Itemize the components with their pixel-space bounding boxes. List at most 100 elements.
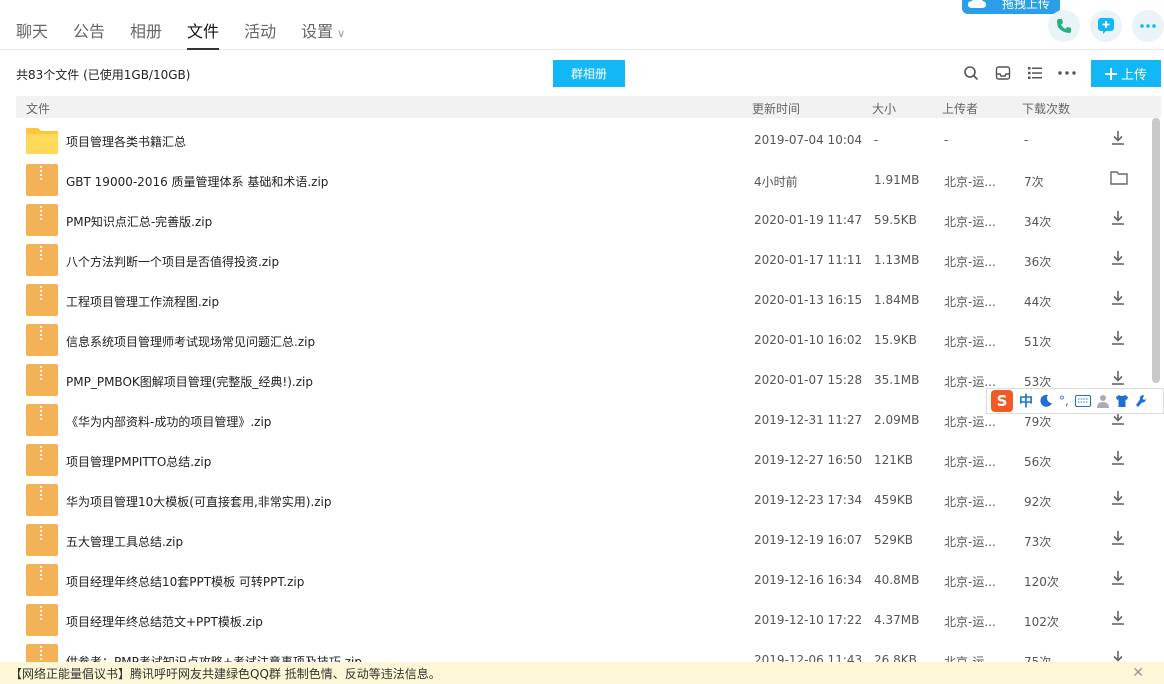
col-uploader[interactable]: 上传者 [942,100,978,117]
table-row[interactable]: 华为项目管理10大模板(可直接套用,非常实用).zip 2019-12-23 17… [16,480,1148,520]
download-icon[interactable] [1110,610,1130,630]
uploader: 北京-运... [944,175,996,189]
table-row[interactable]: 八个方法判断一个项目是否值得投资.zip 2020-01-17 11:11 1.13… [16,240,1148,280]
update-time: 2019-12-31 11:27 [754,413,863,427]
file-name[interactable]: 项目经理年终总结范文+PPT模板.zip [66,613,263,630]
tab-4[interactable]: 活动 [244,18,276,50]
notice-bar: 【网络正能量倡议书】腾讯呼吁网友共建绿色QQ群 抵制色情、反动等违法信息。 ✕ [0,662,1164,684]
table-row[interactable]: 工程项目管理工作流程图.zip 2020-01-13 16:15 1.84MB 北京-… [16,280,1148,320]
tab-0[interactable]: 聊天 [16,18,48,50]
user-icon[interactable] [1096,394,1109,408]
search-icon[interactable] [962,64,980,82]
uploader: 北京-运... [944,295,996,309]
more-options-button[interactable] [1132,10,1164,42]
download-icon[interactable] [1110,250,1130,270]
file-name[interactable]: GBT 19000-2016 质量管理体系 基础和术语.zip [66,173,328,190]
file-name[interactable]: 八个方法判断一个项目是否值得投资.zip [66,253,279,270]
tab-5[interactable]: 设置 ∨ [301,18,345,50]
table-row[interactable]: 信息系统项目管理师考试现场常见问题汇总.zip 2020-01-10 16:02 1… [16,320,1148,360]
file-size: 15.9KB [874,333,917,347]
download-icon[interactable] [1110,530,1130,550]
download-icon[interactable] [1110,210,1130,230]
update-time: 2019-12-19 16:07 [754,533,863,547]
download-icon[interactable] [1110,450,1130,470]
cloud-icon [968,0,986,8]
col-time[interactable]: 更新时间 [752,100,800,117]
tab-label: 设置 [301,22,334,41]
zip-file-icon [26,364,58,396]
download-icon[interactable] [1110,570,1130,590]
file-name[interactable]: 信息系统项目管理师考试现场常见问题汇总.zip [66,333,315,350]
group-album-button[interactable]: 群相册 [553,60,625,87]
drag-upload-label: 拖拽上传 [1002,0,1051,11]
uploader: 北京-运... [944,535,996,549]
table-row[interactable]: 项目经理年终总结范文+PPT模板.zip 2019-12-10 17:22 4.37… [16,600,1148,640]
file-name[interactable]: 华为项目管理10大模板(可直接套用,非常实用).zip [66,493,332,510]
zip-file-icon [26,444,58,476]
top-actions [1048,10,1164,42]
file-name[interactable]: PMP知识点汇总-完善版.zip [66,213,212,230]
tab-label: 活动 [244,22,277,41]
file-list: 项目管理各类书籍汇总 2019-07-04 10:04- - - GBT 19000-2… [16,120,1148,665]
table-row[interactable]: PMP知识点汇总-完善版.zip 2020-01-19 11:47 59.5KB 北京… [16,200,1148,240]
drag-upload-pill[interactable]: 拖拽上传 [962,0,1060,14]
file-name[interactable]: 《华为内部资料-成功的项目管理》.zip [66,413,271,430]
table-row[interactable]: 项目经理年终总结10套PPT模板 可转PPT.zip 2019-12-16 16:… [16,560,1148,600]
ime-punct-label[interactable]: °, [1059,394,1069,408]
file-name[interactable]: 项目经理年终总结10套PPT模板 可转PPT.zip [66,573,304,590]
col-download-count[interactable]: 下载次数 [1022,100,1070,117]
keyboard-icon[interactable] [1074,395,1091,407]
moon-icon[interactable] [1039,394,1053,408]
phone-button[interactable] [1048,10,1080,42]
col-size[interactable]: 大小 [872,100,896,117]
col-file[interactable]: 文件 [26,100,50,117]
download-icon[interactable] [1110,130,1130,150]
shirt-icon[interactable] [1115,394,1129,408]
zip-file-icon [26,164,58,196]
table-row[interactable]: PMP_PMBOK图解项目管理(完整版_经典!).zip 2020-01-07 1… [16,360,1148,400]
close-icon[interactable]: ✕ [1132,665,1144,681]
download-icon[interactable] [1110,490,1130,510]
update-time: 2019-12-27 16:50 [754,453,863,467]
tab-label: 公告 [73,22,106,41]
tab-label: 相册 [130,22,163,41]
table-row[interactable]: 《华为内部资料-成功的项目管理》.zip 2019-12-31 11:27 2.09… [16,400,1148,440]
file-name[interactable]: 项目管理PMPITTO总结.zip [66,453,211,470]
top-bar: 聊天 公告 相册 文件 活动 设置 ∨ 拖拽上传 [0,0,1164,50]
tab-2[interactable]: 相册 [130,18,162,50]
file-size: 59.5KB [874,213,917,227]
download-count: 51次 [1024,335,1052,349]
zip-file-icon [26,524,58,556]
list-view-icon[interactable] [1026,64,1044,82]
file-size: 459KB [874,493,914,507]
zip-file-icon [26,484,58,516]
file-name[interactable]: 工程项目管理工作流程图.zip [66,293,219,310]
open-folder-icon[interactable] [1110,170,1130,190]
inbox-icon[interactable] [994,64,1012,82]
ime-toolbar[interactable]: S 中 °, [986,388,1164,414]
table-row[interactable]: 项目管理PMPITTO总结.zip 2019-12-27 16:50 121KB 北京… [16,440,1148,480]
notice-text[interactable]: 【网络正能量倡议书】腾讯呼吁网友共建绿色QQ群 抵制色情、反动等违法信息。 [10,665,441,682]
wrench-icon[interactable] [1135,394,1147,408]
file-name[interactable]: PMP_PMBOK图解项目管理(完整版_经典!).zip [66,373,313,390]
table-row[interactable]: GBT 19000-2016 质量管理体系 基础和术语.zip 4小时前 1.91M… [16,160,1148,200]
zip-file-icon [26,244,58,276]
upload-button[interactable]: 上传 [1091,60,1161,87]
ime-mode-label[interactable]: 中 [1019,391,1033,411]
plus-icon [1104,67,1117,80]
scrollbar-thumb[interactable] [1152,118,1160,383]
download-icon[interactable] [1110,370,1130,390]
download-icon[interactable] [1110,330,1130,350]
tab-3[interactable]: 文件 [187,18,220,50]
file-name[interactable]: 五大管理工具总结.zip [66,533,183,550]
table-row[interactable]: 项目管理各类书籍汇总 2019-07-04 10:04- - - [16,120,1148,160]
add-app-button[interactable] [1090,10,1122,42]
table-row[interactable]: 五大管理工具总结.zip 2019-12-19 16:07 529KB 北京-运...… [16,520,1148,560]
file-name[interactable]: 项目管理各类书籍汇总 [66,133,186,150]
download-icon[interactable] [1110,290,1130,310]
file-size: 121KB [874,453,914,467]
zip-file-icon [26,324,58,356]
file-size: 529KB [874,533,914,547]
more-icon[interactable] [1058,64,1076,82]
tab-1[interactable]: 公告 [73,18,105,50]
